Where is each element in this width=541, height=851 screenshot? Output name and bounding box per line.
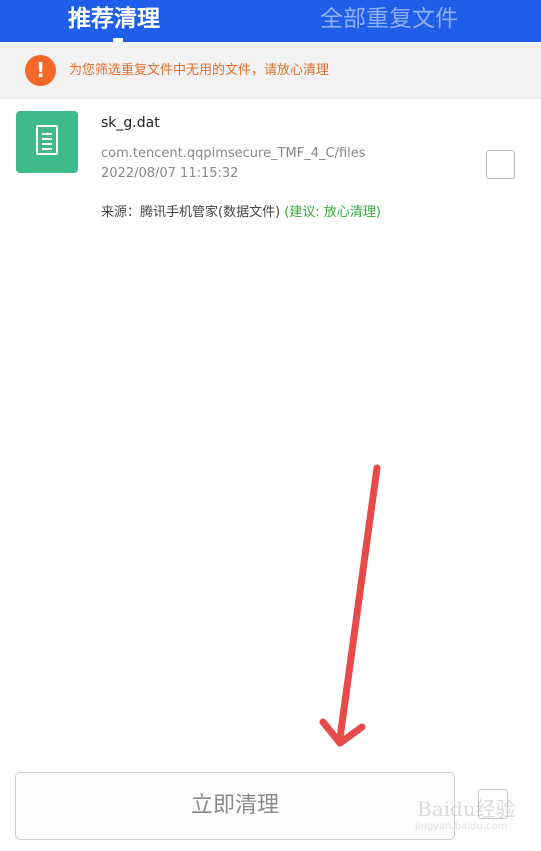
- watermark-brand: Baidu经验: [417, 797, 516, 821]
- baidu-watermark: Baidu经验 jingyan.baidu.com: [403, 787, 523, 837]
- red-arrow-annotation: [319, 464, 381, 747]
- watermark-url: jingyan.baidu.com: [415, 821, 508, 832]
- clean-now-button[interactable]: 立即清理: [15, 772, 455, 840]
